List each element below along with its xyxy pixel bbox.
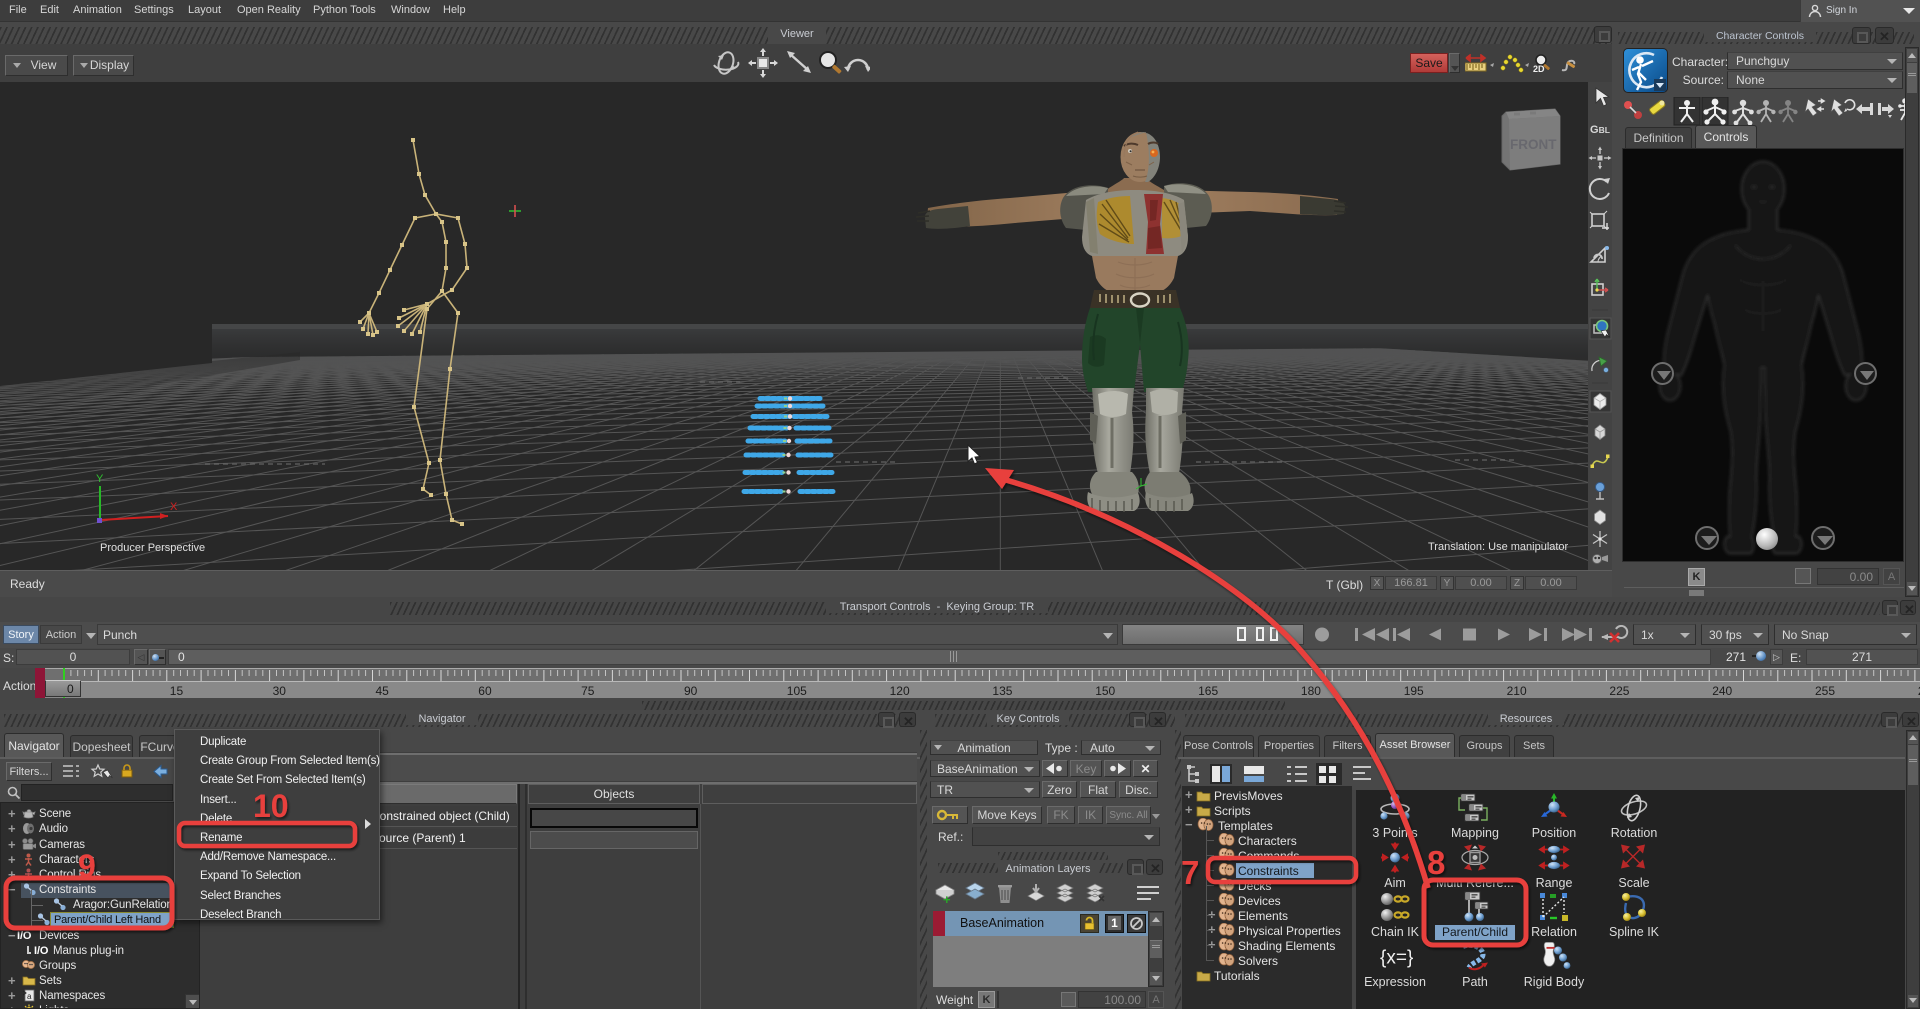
svg-text:120: 120 <box>890 684 910 698</box>
svg-text:75: 75 <box>581 684 595 698</box>
svg-text:+: + <box>943 892 951 906</box>
svg-text:225: 225 <box>1609 684 1629 698</box>
svg-text:105: 105 <box>787 684 807 698</box>
svg-text:a: a <box>27 992 32 1001</box>
svg-text:255: 255 <box>1815 684 1835 698</box>
svg-text:2D: 2D <box>1533 64 1545 74</box>
svg-text:GBL: GBL <box>1590 124 1610 136</box>
svg-text:30: 30 <box>273 684 287 698</box>
svg-text:180: 180 <box>1301 684 1321 698</box>
svg-text:15: 15 <box>170 684 184 698</box>
svg-text:45: 45 <box>376 684 390 698</box>
svg-text:165: 165 <box>1198 684 1218 698</box>
svg-text:210: 210 <box>1507 684 1527 698</box>
svg-text:195: 195 <box>1404 684 1424 698</box>
svg-text:90: 90 <box>684 684 698 698</box>
svg-text:150: 150 <box>1095 684 1115 698</box>
svg-text:60: 60 <box>478 684 492 698</box>
svg-text:135: 135 <box>992 684 1012 698</box>
svg-text:{x=}: {x=} <box>1380 948 1413 969</box>
svg-text:240: 240 <box>1712 684 1732 698</box>
